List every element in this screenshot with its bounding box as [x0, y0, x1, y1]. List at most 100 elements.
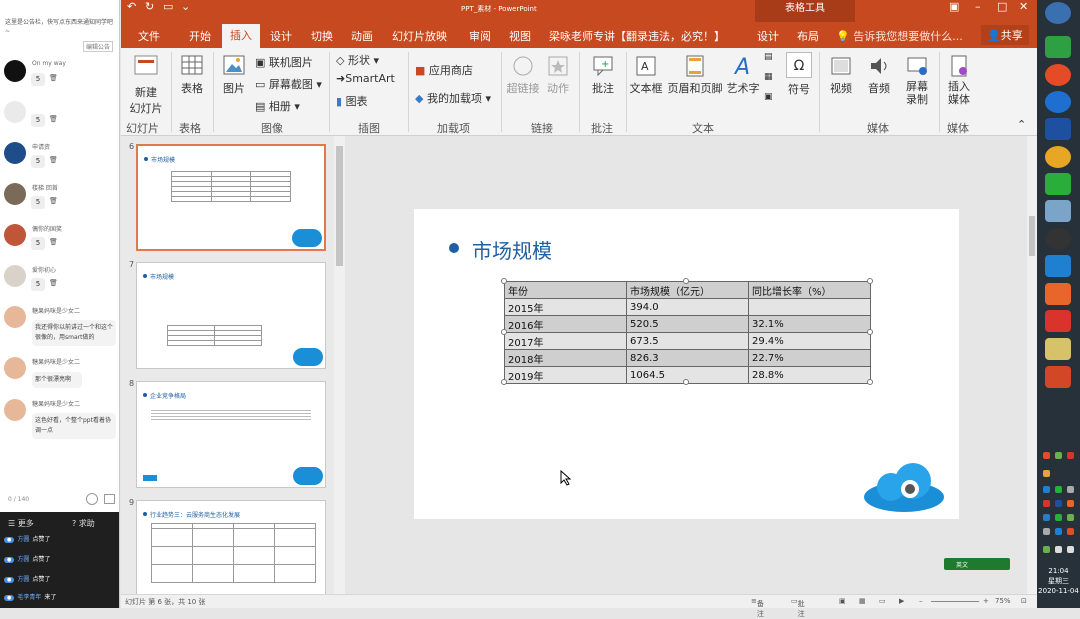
- album-button[interactable]: ▤ 相册 ▾: [255, 98, 300, 114]
- chat-user[interactable]: 申请资 5 🗑: [0, 142, 119, 182]
- undo-icon[interactable]: ↶: [127, 0, 136, 13]
- redo-icon[interactable]: ↻: [145, 0, 154, 13]
- table-cell[interactable]: 2015年: [504, 298, 627, 316]
- edit-notice-button[interactable]: 编辑公告: [83, 41, 114, 52]
- app-icon[interactable]: [1045, 255, 1071, 277]
- chat-user[interactable]: 5 🗑: [0, 101, 119, 141]
- ime-indicator[interactable]: 英文: [944, 558, 1010, 570]
- tab-review[interactable]: 审阅: [469, 28, 491, 44]
- tray-icon[interactable]: [1055, 514, 1062, 521]
- tell-me-search[interactable]: 💡 告诉我您想要做什么...: [836, 28, 963, 44]
- resize-handle[interactable]: [867, 278, 873, 284]
- scroll-thumb[interactable]: [1029, 216, 1035, 256]
- table-cell[interactable]: 28.8%: [748, 366, 871, 384]
- tray-icon[interactable]: [1043, 514, 1050, 521]
- trash-icon[interactable]: 🗑: [49, 197, 58, 205]
- online-pictures-button[interactable]: ▣ 联机图片: [255, 54, 313, 70]
- tray-icon[interactable]: [1055, 486, 1062, 493]
- tray-icon[interactable]: [1055, 546, 1062, 553]
- table-cell[interactable]: 673.5: [626, 332, 749, 350]
- chat-user[interactable]: On my way 5 🗑: [0, 60, 119, 100]
- tray-icon[interactable]: [1055, 452, 1062, 459]
- table-header-cell[interactable]: 年份: [504, 281, 627, 299]
- tray-icon[interactable]: [1043, 470, 1050, 477]
- slide-thumbnail[interactable]: 行业趋势三：云服务商生态化发展: [136, 500, 326, 594]
- date-icon[interactable]: ▦: [764, 72, 773, 82]
- tray-icon[interactable]: [1043, 528, 1050, 535]
- table-cell[interactable]: 32.1%: [748, 315, 871, 333]
- maximize-icon[interactable]: □: [997, 0, 1007, 13]
- wordart-button[interactable]: A 艺术字: [725, 54, 761, 96]
- thumbnail-scrollbar[interactable]: [334, 136, 345, 594]
- tray-icon[interactable]: [1043, 486, 1050, 493]
- table-cell[interactable]: 394.0: [626, 298, 749, 316]
- picture-button[interactable]: 图片: [217, 54, 251, 96]
- slideshow-view-icon[interactable]: ▶: [899, 597, 904, 605]
- tray-icon[interactable]: [1043, 546, 1050, 553]
- tab-home[interactable]: 开始: [189, 28, 211, 44]
- slide-thumbnail[interactable]: 企业竞争格局: [136, 381, 326, 488]
- comments-button[interactable]: ▭ 批注: [791, 597, 805, 618]
- insert-media-button[interactable]: 插入 媒体: [941, 54, 977, 106]
- app-icon[interactable]: [1045, 36, 1071, 58]
- slide-title[interactable]: 市场规模: [472, 235, 552, 264]
- slide-thumbnail[interactable]: 市场规模: [136, 144, 326, 251]
- fit-slide-icon[interactable]: ⊡: [1021, 597, 1027, 605]
- table-cell[interactable]: 826.3: [626, 349, 749, 367]
- chart-button[interactable]: ▮ 图表: [336, 93, 368, 109]
- tray-icon[interactable]: [1055, 528, 1062, 535]
- tab-design[interactable]: 设计: [270, 28, 292, 44]
- tray-icon[interactable]: [1067, 452, 1074, 459]
- tab-table-layout[interactable]: 布局: [797, 28, 819, 44]
- tab-slideshow[interactable]: 幻灯片放映: [392, 28, 447, 44]
- close-icon[interactable]: ✕: [1019, 0, 1028, 13]
- zoom-in-icon[interactable]: +: [983, 597, 989, 605]
- app-icon[interactable]: [1045, 200, 1071, 222]
- tab-table-design[interactable]: 设计: [757, 28, 779, 44]
- app-icon[interactable]: [1045, 91, 1071, 113]
- audio-button[interactable]: 音频: [861, 54, 897, 96]
- chat-user[interactable]: 楼梯 回首 5 🗑: [0, 183, 119, 223]
- tab-file[interactable]: 文件: [138, 28, 160, 44]
- slide-thumbnail[interactable]: 市场规模: [136, 262, 326, 369]
- tray-icon[interactable]: [1043, 500, 1050, 507]
- sorter-view-icon[interactable]: ▦: [859, 597, 866, 605]
- trash-icon[interactable]: 🗑: [49, 238, 58, 246]
- ribbon-options-icon[interactable]: ▣: [949, 0, 959, 13]
- zoom-slider[interactable]: [931, 601, 979, 602]
- tab-transitions[interactable]: 切换: [311, 28, 333, 44]
- table-cell[interactable]: 520.5: [626, 315, 749, 333]
- qat-dropdown-icon[interactable]: ⌄: [181, 0, 190, 13]
- start-icon[interactable]: [1045, 2, 1071, 24]
- video-button[interactable]: 视频: [823, 54, 859, 96]
- chrome-icon[interactable]: [1045, 64, 1071, 86]
- minimize-icon[interactable]: –: [975, 0, 981, 13]
- my-addins-button[interactable]: ◆ 我的加载项 ▾: [415, 90, 491, 106]
- shapes-button[interactable]: ◇ 形状 ▾: [336, 52, 379, 68]
- collapse-ribbon-icon[interactable]: ⌃: [1017, 118, 1026, 131]
- slide-canvas[interactable]: 市场规模 年份 市场规模（亿元） 同比增长率（%） 2015年 394.0 20…: [414, 209, 959, 519]
- scroll-thumb[interactable]: [336, 146, 343, 266]
- zoom-out-icon[interactable]: –: [919, 597, 923, 605]
- table-cell[interactable]: 29.4%: [748, 332, 871, 350]
- powerpoint-icon[interactable]: [1045, 366, 1071, 388]
- system-clock[interactable]: 21:04 星期三 2020-11-04: [1037, 566, 1080, 596]
- screenshot-button[interactable]: ▭ 屏幕截图 ▾: [255, 76, 322, 92]
- more-button[interactable]: ☰ 更多: [8, 518, 34, 529]
- editor-scrollbar[interactable]: [1027, 136, 1037, 594]
- object-icon[interactable]: ▣: [764, 92, 773, 102]
- new-slide-button[interactable]: 新建 幻灯片: [123, 54, 169, 116]
- table-cell[interactable]: 2019年: [504, 366, 627, 384]
- screen-record-button[interactable]: 屏幕 录制: [899, 54, 935, 106]
- resize-handle[interactable]: [501, 329, 507, 335]
- resize-handle[interactable]: [683, 379, 689, 385]
- obs-icon[interactable]: [1045, 228, 1071, 250]
- tab-view[interactable]: 视图: [509, 28, 531, 44]
- tray-icon[interactable]: [1055, 500, 1062, 507]
- app-icon[interactable]: [1045, 283, 1071, 305]
- save-icon[interactable]: ▭: [163, 0, 173, 13]
- folder-icon[interactable]: [1045, 338, 1071, 360]
- table-header-cell[interactable]: 同比增长率（%）: [748, 281, 871, 299]
- hyperlink-button[interactable]: 超链接: [505, 54, 541, 96]
- tray-icon[interactable]: [1067, 486, 1074, 493]
